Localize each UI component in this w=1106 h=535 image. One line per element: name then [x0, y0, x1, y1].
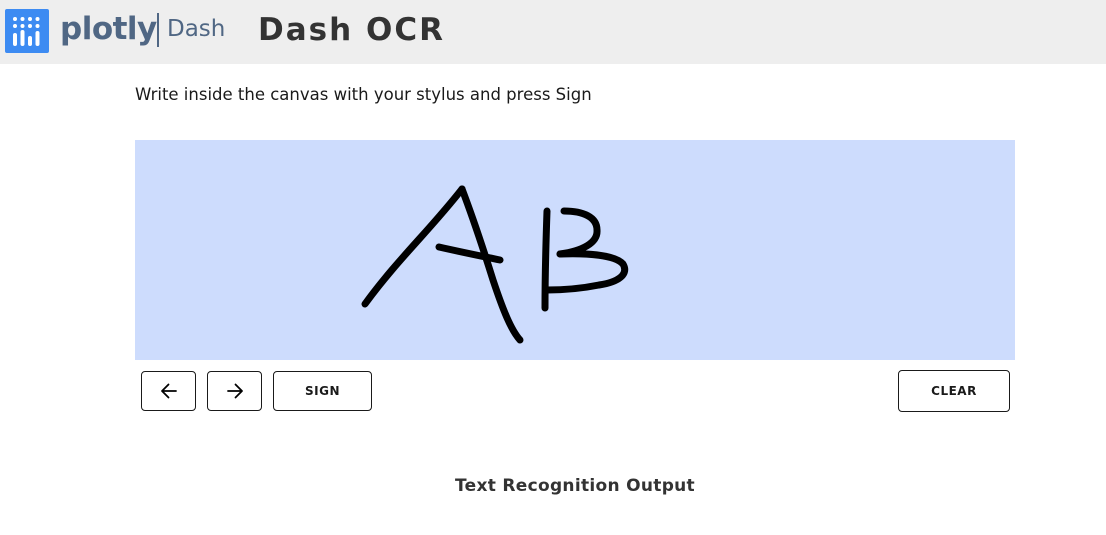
output-heading: Text Recognition Output — [455, 476, 695, 496]
instructions-text: Write inside the canvas with your stylus… — [135, 85, 592, 104]
handwriting-strokes — [361, 185, 629, 344]
brand-product: Dash — [167, 16, 226, 42]
plotly-bars-logo-icon — [5, 9, 49, 53]
clear-button[interactable]: CLEAR — [898, 370, 1010, 412]
brand-name: plotly — [60, 11, 157, 47]
drawing-canvas[interactable] — [135, 140, 1015, 360]
clear-button-label: CLEAR — [931, 384, 977, 398]
previous-button[interactable] — [141, 371, 196, 411]
arrow-left-icon — [160, 383, 177, 399]
app-title: Dash OCR — [258, 12, 445, 48]
next-button[interactable] — [207, 371, 262, 411]
brand-divider — [157, 13, 159, 47]
arrow-right-icon — [226, 383, 243, 399]
sign-button-label: SIGN — [305, 384, 340, 398]
sign-button[interactable]: SIGN — [273, 371, 372, 411]
app-header: plotly Dash Dash OCR — [0, 0, 1106, 64]
